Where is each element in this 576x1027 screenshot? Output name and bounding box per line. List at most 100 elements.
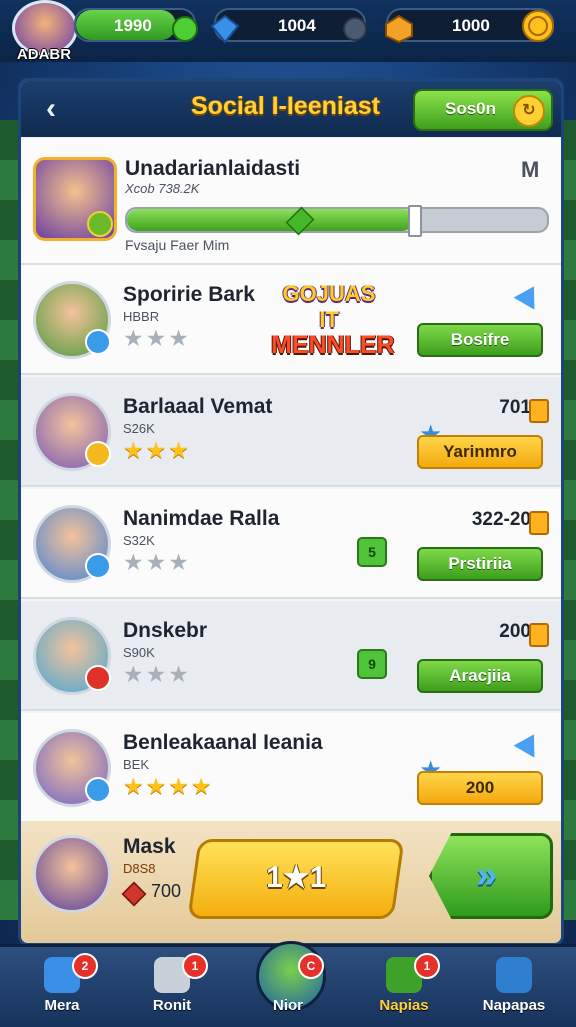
- currency-coins-value: 1000: [452, 16, 490, 35]
- row-stars: ★★★★: [123, 773, 214, 800]
- row-name: Nanimdae Ralla: [123, 507, 280, 530]
- back-button[interactable]: ‹: [33, 91, 69, 127]
- notification-badge: 1: [414, 953, 440, 979]
- season-button-label: Sos0n: [445, 99, 497, 118]
- star-icon: ★: [168, 661, 191, 687]
- coin-icon: [522, 10, 554, 42]
- row-action-button[interactable]: Aracjiia: [417, 659, 543, 693]
- level-badge: [85, 665, 111, 691]
- nav-item-home[interactable]: Mera 2: [14, 953, 110, 1025]
- leaderboard-row[interactable]: Benleakaanal Ieania BEK ★★★★ ★ 200: [21, 713, 561, 823]
- go-button[interactable]: »: [429, 833, 553, 919]
- notification-badge: 1: [182, 953, 208, 979]
- red-gem-icon: [121, 881, 147, 907]
- level-badge: [85, 329, 111, 355]
- star-icon: ★: [168, 325, 191, 351]
- trophy-icon: [496, 957, 532, 993]
- profile-avatar-button[interactable]: ADABR: [8, 0, 78, 70]
- event-logo[interactable]: GOJUAS IT MENNLER: [271, 281, 395, 359]
- profile-name: ADABR: [16, 46, 72, 63]
- player-progress-bar: [125, 205, 549, 237]
- nav-item-trophy[interactable]: Napapas: [466, 953, 562, 1025]
- row-subtitle: S26K: [123, 421, 155, 436]
- player-corner-label: M: [521, 157, 540, 182]
- star-icon: ★: [123, 661, 146, 687]
- currency-coins[interactable]: 1000: [385, 8, 554, 44]
- star-icon: ★: [168, 549, 191, 575]
- coin-icon: [529, 399, 549, 423]
- own-name: Mask: [123, 835, 176, 858]
- level-badge: [85, 777, 111, 803]
- star-icon: ★: [168, 773, 191, 799]
- row-stars: ★★★: [123, 437, 191, 464]
- progress-marker: [407, 205, 422, 237]
- row-subtitle: S90K: [123, 645, 155, 660]
- row-name: Benleakaanal Ieania: [123, 731, 323, 754]
- play-button[interactable]: 1★1: [187, 839, 405, 919]
- currency-energy[interactable]: 1990: [74, 8, 198, 42]
- green-gem-icon: [172, 16, 198, 42]
- refresh-coin-icon: ↻: [513, 95, 545, 127]
- leaderboard-row[interactable]: Nanimdae Ralla S32K ★★★ 5 322-20 Prstiriia: [21, 489, 561, 599]
- player-footer-text: Fvsaju Faer Mim: [125, 237, 230, 253]
- row-name: Barlaaal Vemat: [123, 395, 273, 418]
- row-subtitle: BEK: [123, 757, 150, 772]
- player-level-badge: [87, 211, 113, 237]
- panel-header: ‹ Social I-Ieeniast Sos0n ↻: [21, 81, 561, 137]
- star-icon: ★: [123, 437, 146, 463]
- event-logo-bottom: MENNLER: [271, 331, 395, 359]
- star-icon: ★: [145, 549, 169, 575]
- nav-item-target[interactable]: Napias 1: [356, 953, 452, 1025]
- row-score: 322-20: [471, 509, 531, 530]
- send-arrow-icon[interactable]: [513, 728, 545, 758]
- row-tag: 5: [357, 537, 387, 567]
- player-subtitle: Xcob 738.2K: [125, 181, 200, 196]
- coin-stack-icon: [385, 14, 413, 44]
- nav-label: Napias: [379, 997, 429, 1014]
- star-icon: ★: [145, 773, 169, 799]
- nav-label: Napapas: [482, 997, 546, 1014]
- star-icon: ★: [168, 437, 191, 463]
- notification-badge: C: [298, 953, 324, 979]
- send-arrow-icon[interactable]: [513, 280, 545, 310]
- gem-slot-icon: [343, 17, 367, 41]
- own-score: 700: [151, 881, 182, 901]
- star-icon: ★: [145, 325, 169, 351]
- event-logo-top: GOJUAS IT: [282, 281, 376, 332]
- row-action-button[interactable]: Yarinmro: [417, 435, 543, 469]
- row-stars: ★★★: [123, 549, 191, 576]
- star-icon: ★: [145, 437, 169, 463]
- own-avatar[interactable]: [33, 835, 111, 913]
- double-arrow-icon: »: [476, 854, 498, 896]
- row-action-button[interactable]: Bosifre: [417, 323, 543, 357]
- currency-energy-value: 1990: [114, 16, 152, 35]
- nav-item-globe[interactable]: Nior C: [240, 953, 336, 1025]
- own-subtitle: D8S8: [123, 861, 156, 876]
- row-action-button[interactable]: Prstiriia: [417, 547, 543, 581]
- play-button-label: 1★1: [266, 861, 327, 894]
- leaderboard-row[interactable]: Sporirie Bark HBBR ★★★ GOJUAS IT MENNLER B…: [21, 265, 561, 375]
- row-subtitle: S32K: [123, 533, 155, 548]
- row-score: 701: [499, 397, 531, 418]
- leaderboard-row[interactable]: Barlaaal Vemat S26K ★★★ 701 ★ Yarinmro: [21, 377, 561, 487]
- level-badge: [85, 441, 111, 467]
- currency-gems-value: 1004: [278, 16, 316, 35]
- nav-label: Mera: [44, 997, 80, 1014]
- coin-icon: [529, 623, 549, 647]
- row-action-button[interactable]: 200: [417, 771, 543, 805]
- season-button[interactable]: Sos0n ↻: [413, 89, 553, 131]
- star-icon: ★: [190, 773, 214, 799]
- level-badge: [85, 553, 111, 579]
- currency-gems[interactable]: 1004: [210, 8, 367, 44]
- leaderboard-row[interactable]: Dnskebr S90K ★★★ 9 200 Aracjiia: [21, 601, 561, 711]
- notification-badge: 2: [72, 953, 98, 979]
- row-tag: 9: [357, 649, 387, 679]
- row-subtitle: HBBR: [123, 309, 160, 324]
- row-stars: ★★★: [123, 325, 191, 352]
- nav-item-database[interactable]: Ronit 1: [124, 953, 220, 1025]
- own-player-row: Mask D8S8 700 1★1 »: [21, 821, 561, 943]
- star-icon: ★: [123, 325, 146, 351]
- social-leaderboard-panel: ‹ Social I-Ieeniast Sos0n ↻ Unadarianlai…: [18, 78, 564, 946]
- star-icon: ★: [123, 773, 146, 799]
- row-score: 200: [499, 621, 531, 642]
